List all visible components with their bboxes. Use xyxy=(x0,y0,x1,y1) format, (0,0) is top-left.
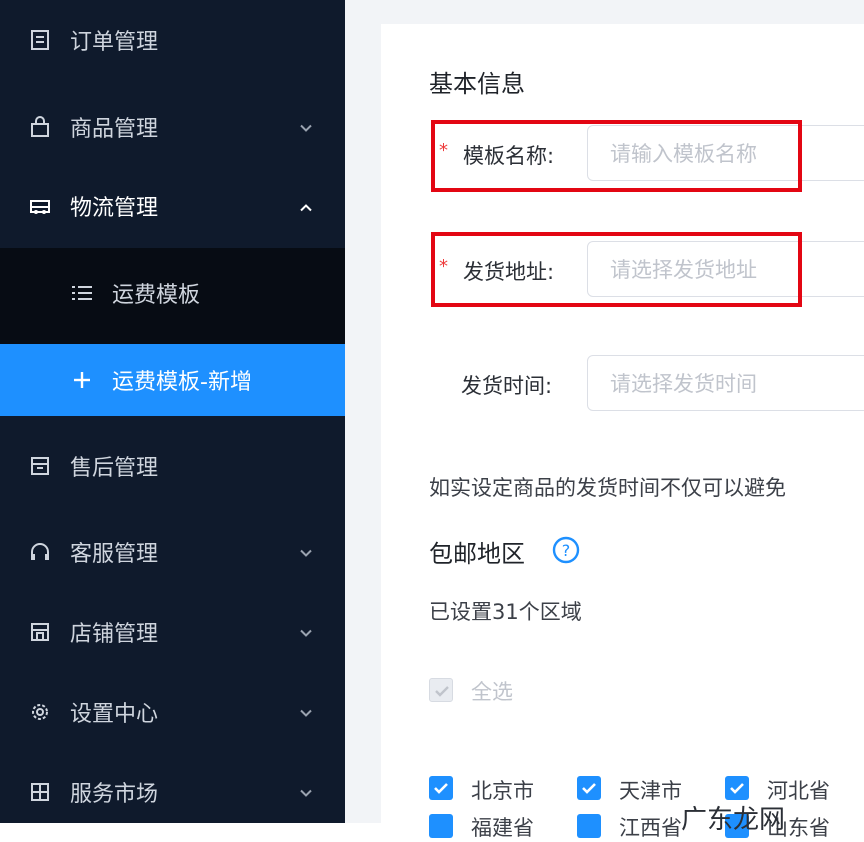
sidebar-item-label: 商品管理 xyxy=(70,117,159,142)
shop-icon xyxy=(26,618,54,646)
region-label: 天津市 xyxy=(619,779,682,803)
chevron-down-icon xyxy=(299,780,313,805)
region-label: 福建省 xyxy=(471,816,534,840)
select-all-label: 全选 xyxy=(471,680,513,704)
sidebar-item-label: 服务市场 xyxy=(70,782,159,807)
sidebar-item-settings[interactable]: 设置中心 xyxy=(0,682,345,742)
ship-time-label: 发货时间: xyxy=(461,374,553,398)
sidebar-item-label: 运费模板 xyxy=(112,283,201,308)
truck-icon xyxy=(26,192,54,220)
highlight-box xyxy=(431,120,802,192)
region-checkbox[interactable] xyxy=(577,776,601,800)
chevron-down-icon xyxy=(299,700,313,725)
plus-icon xyxy=(68,366,96,394)
sidebar-item-shop[interactable]: 店铺管理 xyxy=(0,602,345,662)
chevron-down-icon xyxy=(299,115,313,140)
chevron-up-icon xyxy=(299,194,313,219)
chevron-down-icon xyxy=(299,540,313,565)
highlight-box xyxy=(431,232,802,307)
gear-icon xyxy=(26,698,54,726)
sidebar-item-logistics[interactable]: 物流管理 xyxy=(0,176,345,236)
store-icon xyxy=(26,452,54,480)
region-checkbox[interactable] xyxy=(429,776,453,800)
section-title-free-shipping: 包邮地区 xyxy=(429,540,525,568)
list-icon xyxy=(68,279,96,307)
sidebar-item-shipping-template-add[interactable]: 运费模板-新增 xyxy=(0,344,345,416)
regions-set-count: 已设置31个区域 xyxy=(429,600,582,624)
section-title-basic-info: 基本信息 xyxy=(429,70,525,98)
document-icon xyxy=(26,26,54,54)
chevron-down-icon xyxy=(299,620,313,645)
watermark: 广东龙网 xyxy=(681,805,786,835)
region-checkbox[interactable] xyxy=(577,814,601,838)
sidebar-nav: 订单管理 商品管理 物流管理 运费模板 运费模板-新增 售后管理 客服管理 店铺… xyxy=(0,0,345,823)
region-label: 北京市 xyxy=(471,779,534,803)
region-checkbox[interactable] xyxy=(725,776,749,800)
sidebar-item-label: 物流管理 xyxy=(70,196,159,221)
main-content: 基本信息 * 模板名称: 请输入模板名称 * 发货地址: 请选择发货地址 发货时… xyxy=(345,0,864,840)
svg-text:?: ? xyxy=(562,541,571,560)
ship-time-placeholder: 请选择发货时间 xyxy=(610,372,757,396)
sidebar-item-shipping-template[interactable]: 运费模板 xyxy=(0,263,345,323)
form-card: 基本信息 * 模板名称: 请输入模板名称 * 发货地址: 请选择发货地址 发货时… xyxy=(381,24,864,840)
headset-icon xyxy=(26,538,54,566)
sidebar-item-orders[interactable]: 订单管理 xyxy=(0,10,345,70)
sidebar-item-service-market[interactable]: 服务市场 xyxy=(0,762,345,822)
sidebar-item-label: 订单管理 xyxy=(70,30,159,55)
bag-icon xyxy=(26,113,54,141)
sidebar-item-after-sales[interactable]: 售后管理 xyxy=(0,436,345,496)
ship-time-hint: 如实设定商品的发货时间不仅可以避免 xyxy=(429,476,786,500)
ship-time-select[interactable]: 请选择发货时间 xyxy=(587,355,864,411)
select-all-checkbox[interactable] xyxy=(429,678,453,702)
sidebar-item-label: 运费模板-新增 xyxy=(112,370,252,395)
sidebar-item-label: 售后管理 xyxy=(70,456,159,481)
sidebar-item-label: 店铺管理 xyxy=(70,622,159,647)
sidebar-item-label: 设置中心 xyxy=(70,702,159,727)
grid-icon xyxy=(26,778,54,806)
question-circle-icon[interactable]: ? xyxy=(552,536,580,568)
sidebar-item-products[interactable]: 商品管理 xyxy=(0,97,345,157)
region-label: 江西省 xyxy=(619,816,682,840)
region-checkbox[interactable] xyxy=(429,814,453,838)
sidebar-item-customer-service[interactable]: 客服管理 xyxy=(0,522,345,582)
sidebar-item-label: 客服管理 xyxy=(70,542,159,567)
